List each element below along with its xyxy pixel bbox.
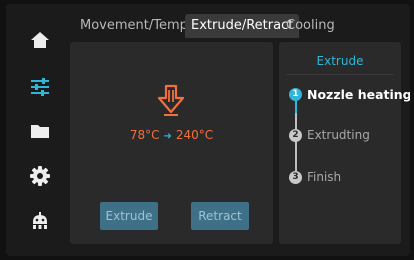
step-number-badge: 1: [289, 87, 302, 101]
arrow-right-icon: ➜: [163, 131, 172, 142]
step-label: Extrudting: [307, 128, 370, 142]
home-icon: [31, 32, 49, 48]
temperature-readout: 78°C ➜ 240°C: [70, 128, 273, 142]
step-finish: 3 Finish: [289, 169, 341, 185]
step-number-badge: 2: [289, 128, 302, 142]
gear-icon: [30, 166, 50, 186]
step-label: Finish: [307, 170, 342, 184]
tab-movement-temp[interactable]: Movement/Temp.: [74, 14, 198, 38]
step-number-badge: 3: [289, 170, 302, 184]
extrude-button[interactable]: Extrude: [100, 202, 158, 230]
nozzle-heating-icon: [157, 84, 185, 116]
target-temperature: 240°C: [175, 128, 214, 142]
sidebar-item-settings[interactable]: [28, 164, 52, 188]
step-extruding: 2 Extrudting: [289, 127, 370, 143]
robot-icon: [33, 212, 47, 229]
extrude-control-panel: 78°C ➜ 240°C Extrude Retract: [70, 42, 273, 244]
sidebar-item-home[interactable]: [28, 28, 52, 52]
tab-bar: Movement/Temp. Extrude/Retract Cooling: [66, 14, 410, 42]
tab-cooling[interactable]: Cooling: [280, 14, 341, 38]
step-label: Nozzle heating: [307, 86, 410, 102]
folder-icon: [31, 125, 49, 138]
printer-screen: Movement/Temp. Extrude/Retract Cooling 7…: [6, 4, 410, 256]
divider: [287, 74, 393, 75]
sidebar: [6, 4, 66, 256]
step-nozzle-heating: 1 Nozzle heating: [289, 86, 410, 102]
sidebar-item-files[interactable]: [28, 119, 52, 143]
steps-title: Extrude: [316, 54, 364, 68]
extrude-steps-panel: Extrude 1 Nozzle heating 2 Extrudting 3 …: [279, 42, 410, 244]
retract-button[interactable]: Retract: [191, 202, 249, 230]
main-content: Movement/Temp. Extrude/Retract Cooling 7…: [66, 4, 410, 256]
sidebar-item-controls[interactable]: [28, 75, 52, 99]
sidebar-item-assistant[interactable]: [28, 209, 52, 233]
sliders-icon: [31, 78, 49, 96]
current-temperature: 78°C: [129, 128, 160, 142]
